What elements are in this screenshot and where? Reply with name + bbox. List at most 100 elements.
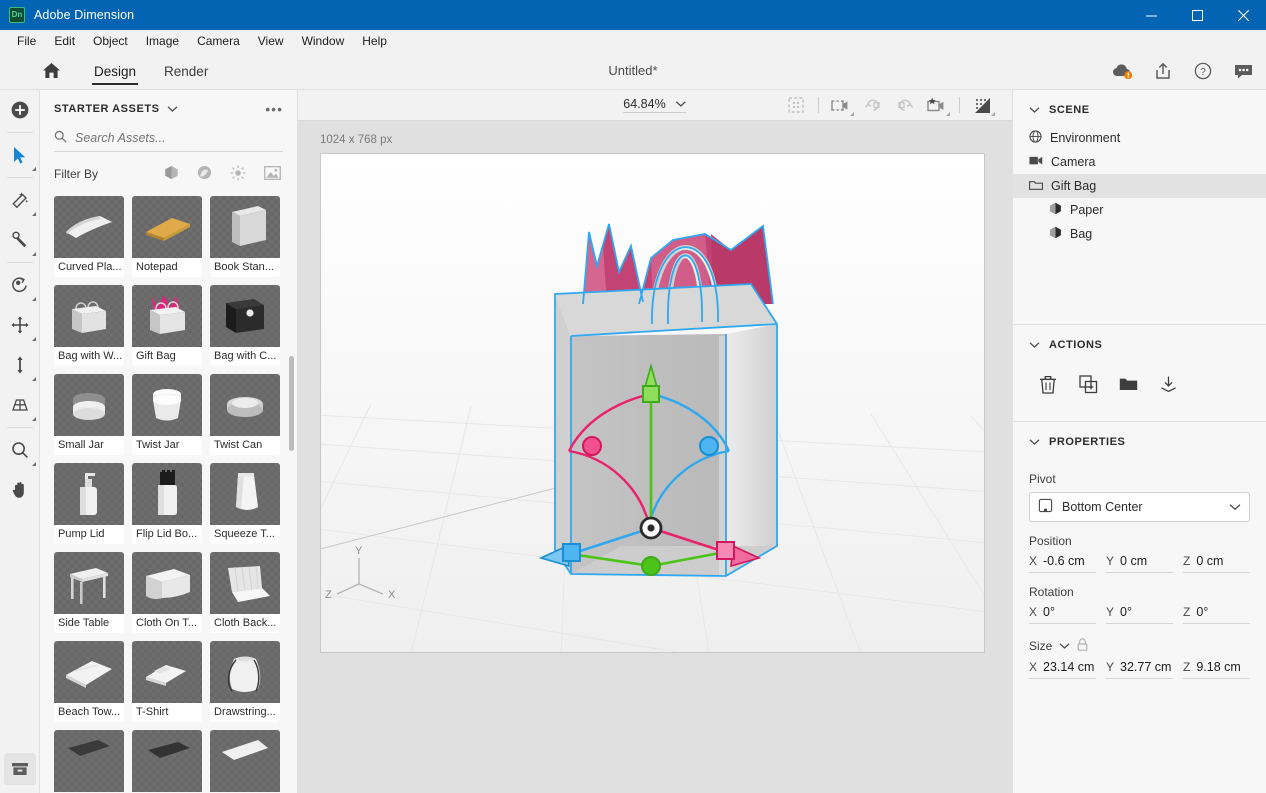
rotation-y-field[interactable]: Y 0° bbox=[1106, 605, 1173, 624]
menu-camera[interactable]: Camera bbox=[188, 32, 249, 50]
scene-item-bag[interactable]: Bag bbox=[1013, 222, 1266, 246]
chevron-down-icon[interactable] bbox=[676, 97, 687, 111]
asset-item[interactable]: Small Jar bbox=[54, 374, 124, 455]
chevron-down-icon[interactable] bbox=[167, 102, 178, 116]
help-icon[interactable]: ? bbox=[1192, 60, 1214, 82]
asset-item[interactable]: Curved Pla... bbox=[54, 196, 124, 277]
scene-item-paper[interactable]: Paper bbox=[1013, 198, 1266, 222]
asset-item[interactable]: Book Stan... bbox=[210, 196, 280, 277]
tool-flyout-corner bbox=[31, 377, 36, 381]
asset-item[interactable]: Flip Lid Bo... bbox=[132, 463, 202, 544]
chevron-down-icon[interactable] bbox=[1029, 338, 1040, 352]
rotation-x-field[interactable]: X 0° bbox=[1029, 605, 1096, 624]
render-quality-icon[interactable] bbox=[966, 90, 998, 121]
menu-edit[interactable]: Edit bbox=[45, 32, 84, 50]
assets-scroll-area[interactable]: Curved Pla... Notepad Book Stan... Bag w… bbox=[40, 196, 297, 793]
image-filter-icon[interactable] bbox=[264, 165, 281, 183]
rotation-z-field[interactable]: Z 0° bbox=[1183, 605, 1250, 624]
camera-default-icon[interactable] bbox=[921, 90, 953, 121]
asset-item[interactable]: Twist Jar bbox=[132, 374, 202, 455]
asset-item[interactable]: Drawstring... bbox=[210, 641, 280, 722]
unpack-icon[interactable] bbox=[1153, 371, 1183, 397]
menu-help[interactable]: Help bbox=[353, 32, 396, 50]
delete-icon[interactable] bbox=[1033, 371, 1063, 397]
model-filter-icon[interactable] bbox=[164, 165, 179, 183]
menu-window[interactable]: Window bbox=[293, 32, 354, 50]
light-filter-icon[interactable] bbox=[230, 165, 246, 184]
scene-item-environment[interactable]: Environment bbox=[1013, 126, 1266, 150]
actions-section-header[interactable]: ACTIONS bbox=[1013, 325, 1266, 361]
sampler-eyedropper-tool[interactable] bbox=[0, 220, 40, 260]
chevron-down-icon[interactable] bbox=[1059, 639, 1070, 653]
asset-item[interactable]: Squeeze T... bbox=[210, 463, 280, 544]
chevron-down-icon[interactable] bbox=[1229, 500, 1241, 514]
camera-bookmark-icon[interactable] bbox=[825, 90, 857, 121]
menu-file[interactable]: File bbox=[8, 32, 45, 50]
scene-section-header[interactable]: SCENE bbox=[1013, 90, 1266, 126]
position-z-field[interactable]: Z 0 cm bbox=[1183, 554, 1250, 573]
tab-render[interactable]: Render bbox=[150, 52, 222, 90]
scene-item-gift-bag[interactable]: Gift Bag bbox=[1013, 174, 1266, 198]
size-x-field[interactable]: X 23.14 cm bbox=[1029, 660, 1096, 679]
render-frame[interactable]: Z X Y bbox=[320, 153, 985, 653]
duplicate-icon[interactable] bbox=[1073, 371, 1103, 397]
viewport[interactable]: 1024 x 768 px Z X Y bbox=[298, 121, 1012, 793]
zoom-tool[interactable] bbox=[0, 430, 40, 470]
asset-item[interactable]: Gift Bag bbox=[132, 285, 202, 366]
asset-item[interactable] bbox=[210, 730, 280, 792]
move-tool[interactable] bbox=[0, 305, 40, 345]
select-tool[interactable] bbox=[0, 135, 40, 175]
camera-redo-icon[interactable] bbox=[889, 90, 921, 121]
tool-flyout-corner bbox=[31, 212, 36, 216]
asset-item[interactable]: Side Table bbox=[54, 552, 124, 633]
group-icon[interactable] bbox=[1113, 371, 1143, 397]
scene-item-camera[interactable]: Camera bbox=[1013, 150, 1266, 174]
position-x-value: -0.6 cm bbox=[1043, 554, 1085, 568]
share-icon[interactable] bbox=[1152, 60, 1174, 82]
asset-item[interactable] bbox=[132, 730, 202, 792]
minimize-button[interactable] bbox=[1128, 0, 1174, 30]
asset-item[interactable]: Cloth Back... bbox=[210, 552, 280, 633]
size-z-field[interactable]: Z 9.18 cm bbox=[1183, 660, 1250, 679]
scale-tool[interactable] bbox=[0, 345, 40, 385]
menu-object[interactable]: Object bbox=[84, 32, 137, 50]
home-icon[interactable] bbox=[30, 62, 72, 79]
position-x-field[interactable]: X -0.6 cm bbox=[1029, 554, 1096, 573]
asset-item[interactable]: Twist Can bbox=[210, 374, 280, 455]
asset-item[interactable]: Cloth On T... bbox=[132, 552, 202, 633]
render-preview-icon[interactable] bbox=[780, 90, 812, 121]
asset-item[interactable]: Notepad bbox=[132, 196, 202, 277]
menu-view[interactable]: View bbox=[249, 32, 293, 50]
position-y-field[interactable]: Y 0 cm bbox=[1106, 554, 1173, 573]
asset-item[interactable]: Pump Lid bbox=[54, 463, 124, 544]
camera-undo-icon[interactable] bbox=[857, 90, 889, 121]
assets-more-menu[interactable]: ••• bbox=[265, 102, 283, 116]
maximize-button[interactable] bbox=[1174, 0, 1220, 30]
search-input[interactable] bbox=[75, 131, 283, 145]
asset-item[interactable] bbox=[54, 730, 124, 792]
close-button[interactable] bbox=[1220, 0, 1266, 30]
chevron-down-icon[interactable] bbox=[1029, 103, 1040, 117]
size-y-field[interactable]: Y 32.77 cm bbox=[1106, 660, 1173, 679]
assets-scrollbar[interactable] bbox=[289, 356, 294, 451]
asset-item[interactable]: Beach Tow... bbox=[54, 641, 124, 722]
zoom-control[interactable]: 64.84% bbox=[623, 97, 687, 113]
asset-item[interactable]: Bag with W... bbox=[54, 285, 124, 366]
properties-section-header[interactable]: PROPERTIES bbox=[1013, 422, 1266, 458]
menu-image[interactable]: Image bbox=[137, 32, 188, 50]
magic-wand-tool[interactable] bbox=[0, 180, 40, 220]
chevron-down-icon[interactable] bbox=[1029, 435, 1040, 449]
material-filter-icon[interactable] bbox=[197, 165, 212, 183]
pan-hand-tool[interactable] bbox=[0, 470, 40, 510]
content-library-button[interactable] bbox=[4, 753, 36, 785]
orbit-tool[interactable] bbox=[0, 265, 40, 305]
asset-item[interactable]: T-Shirt bbox=[132, 641, 202, 722]
feedback-icon[interactable] bbox=[1232, 60, 1254, 82]
cloud-sync-icon[interactable] bbox=[1112, 60, 1134, 82]
tab-design[interactable]: Design bbox=[80, 52, 150, 90]
pivot-select[interactable]: Bottom Center bbox=[1029, 492, 1250, 522]
asset-item[interactable]: Bag with C... bbox=[210, 285, 280, 366]
lock-icon[interactable] bbox=[1077, 638, 1088, 654]
add-object-tool[interactable] bbox=[0, 90, 40, 130]
horizon-tool[interactable] bbox=[0, 385, 40, 425]
